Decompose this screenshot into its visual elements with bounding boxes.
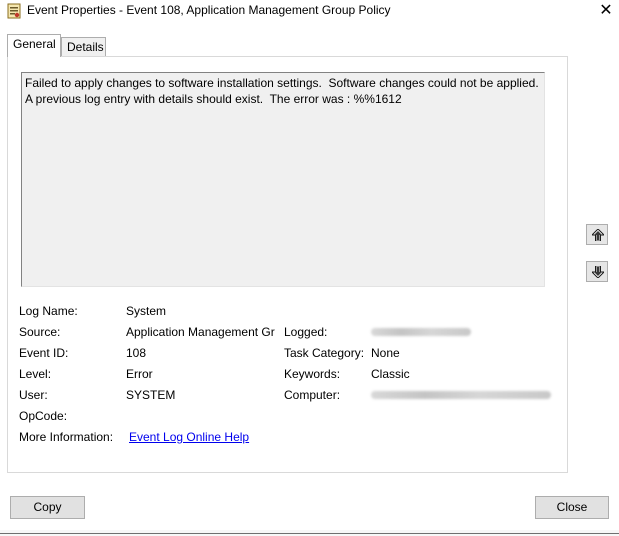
source-label: Source: [19,325,61,339]
user-value: SYSTEM [126,388,176,402]
more-information-label: More Information: [19,430,114,444]
event-properties-window: Event Properties - Event 108, Applicatio… [0,0,619,536]
logged-label: Logged: [284,325,328,339]
window-title: Event Properties - Event 108, Applicatio… [27,3,391,17]
arrow-down-icon [592,266,604,278]
computer-label: Computer: [284,388,341,402]
copy-button[interactable]: Copy [10,496,85,519]
opcode-label: OpCode: [19,409,68,423]
event-description-box[interactable]: Failed to apply changes to software inst… [21,72,545,287]
tab-details[interactable]: Details [61,37,106,58]
event-id-value: 108 [126,346,147,360]
task-category-value: None [371,346,400,360]
log-name-label: Log Name: [19,304,78,318]
task-category-label: Task Category: [284,346,365,360]
next-event-button[interactable] [586,261,608,282]
level-label: Level: [19,367,52,381]
previous-event-button[interactable] [586,224,608,245]
arrow-up-icon [592,229,604,241]
computer-value-redacted [371,391,551,399]
close-icon[interactable]: ✕ [597,2,615,20]
source-value: Application Management Gr [126,325,275,339]
bottom-edge-strip [0,530,619,536]
keywords-label: Keywords: [284,367,341,381]
user-label: User: [19,388,48,402]
log-name-value: System [126,304,167,318]
level-value: Error [126,367,153,381]
event-id-label: Event ID: [19,346,69,360]
logged-value-redacted [371,328,471,336]
tab-general[interactable]: General [7,34,61,57]
close-button[interactable]: Close [535,496,609,519]
event-log-online-help-link[interactable]: Event Log Online Help [129,430,249,444]
keywords-value: Classic [371,367,410,381]
event-properties-icon [7,3,21,19]
title-bar: Event Properties - Event 108, Applicatio… [0,0,619,22]
